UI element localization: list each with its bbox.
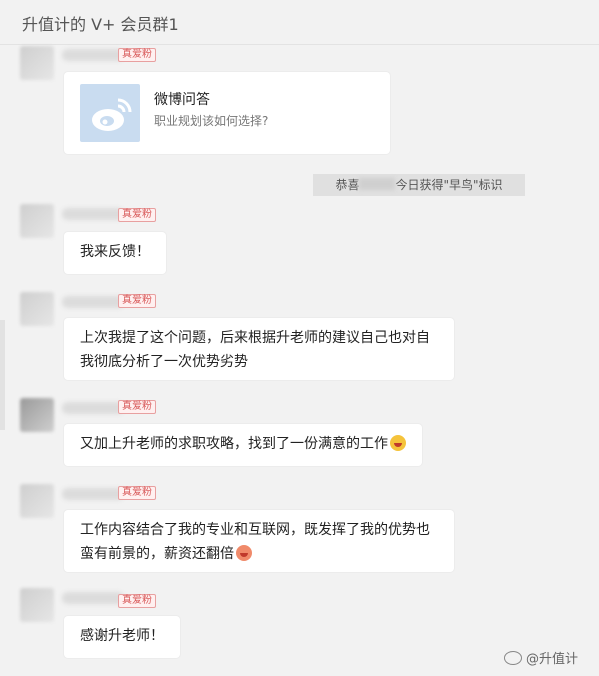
title-bar: 升值计的 V+ 会员群1 bbox=[0, 0, 599, 45]
avatar[interactable] bbox=[20, 292, 54, 326]
notice-suffix: 今日获得"早鸟"标识 bbox=[395, 178, 503, 192]
message-text: 上次我提了这个问题，后来根据升老师的建议自己也对自我彻底分析了一次优势劣势 bbox=[80, 330, 430, 370]
message-bubble[interactable]: 感谢升老师！ bbox=[64, 616, 180, 658]
message-bubble[interactable]: 又加上升老师的求职攻略，找到了一份满意的工作 bbox=[64, 424, 422, 466]
chat-area[interactable]: 真爱粉 微博问答 职业规划该如何选择? 恭喜 今日获得"早鸟"标识 真爱粉 我来反… bbox=[0, 44, 599, 676]
watermark-text: @升值计 bbox=[526, 652, 579, 667]
card-title: 微博问答 bbox=[154, 92, 210, 108]
fan-badge: 真爱粉 bbox=[118, 48, 156, 62]
sender-name bbox=[62, 49, 124, 61]
notice-prefix: 恭喜 bbox=[335, 178, 360, 192]
weibo-logo-icon bbox=[80, 84, 140, 142]
fan-badge: 真爱粉 bbox=[118, 400, 156, 414]
fan-badge: 真爱粉 bbox=[118, 294, 156, 308]
avatar[interactable] bbox=[20, 398, 54, 432]
chat-title: 升值计的 V+ 会员群1 bbox=[22, 15, 179, 34]
fan-badge: 真爱粉 bbox=[118, 594, 156, 608]
avatar[interactable] bbox=[20, 204, 54, 238]
sender-name bbox=[62, 296, 124, 308]
fan-badge: 真爱粉 bbox=[118, 208, 156, 222]
laughing-emoji-icon bbox=[390, 435, 406, 451]
message-text: 感谢升老师！ bbox=[80, 628, 164, 644]
message-bubble[interactable]: 我来反馈！ bbox=[64, 232, 166, 274]
message-bubble[interactable]: 上次我提了这个问题，后来根据升老师的建议自己也对自我彻底分析了一次优势劣势 bbox=[64, 318, 454, 380]
weibo-qa-card[interactable]: 微博问答 职业规划该如何选择? bbox=[64, 72, 390, 154]
money-emoji-icon bbox=[236, 545, 252, 561]
message-text: 我来反馈！ bbox=[80, 244, 150, 260]
weibo-watermark: @升值计 bbox=[504, 648, 578, 667]
weibo-watermark-icon bbox=[504, 651, 522, 665]
sender-name bbox=[62, 402, 124, 414]
sender-name bbox=[62, 592, 124, 604]
avatar[interactable] bbox=[20, 588, 54, 622]
avatar[interactable] bbox=[20, 46, 54, 80]
system-notice: 恭喜 今日获得"早鸟"标识 bbox=[313, 174, 525, 196]
message-text: 又加上升老师的求职攻略，找到了一份满意的工作 bbox=[80, 436, 388, 452]
fan-badge: 真爱粉 bbox=[118, 486, 156, 500]
sender-name bbox=[62, 488, 124, 500]
sender-name bbox=[62, 208, 124, 220]
blurred-username bbox=[359, 178, 396, 190]
card-subtitle: 职业规划该如何选择? bbox=[154, 114, 269, 128]
avatar[interactable] bbox=[20, 484, 54, 518]
message-text: 工作内容结合了我的专业和互联网，既发挥了我的优势也蛮有前景的，薪资还翻倍 bbox=[80, 522, 430, 562]
message-bubble[interactable]: 工作内容结合了我的专业和互联网，既发挥了我的优势也蛮有前景的，薪资还翻倍 bbox=[64, 510, 454, 572]
